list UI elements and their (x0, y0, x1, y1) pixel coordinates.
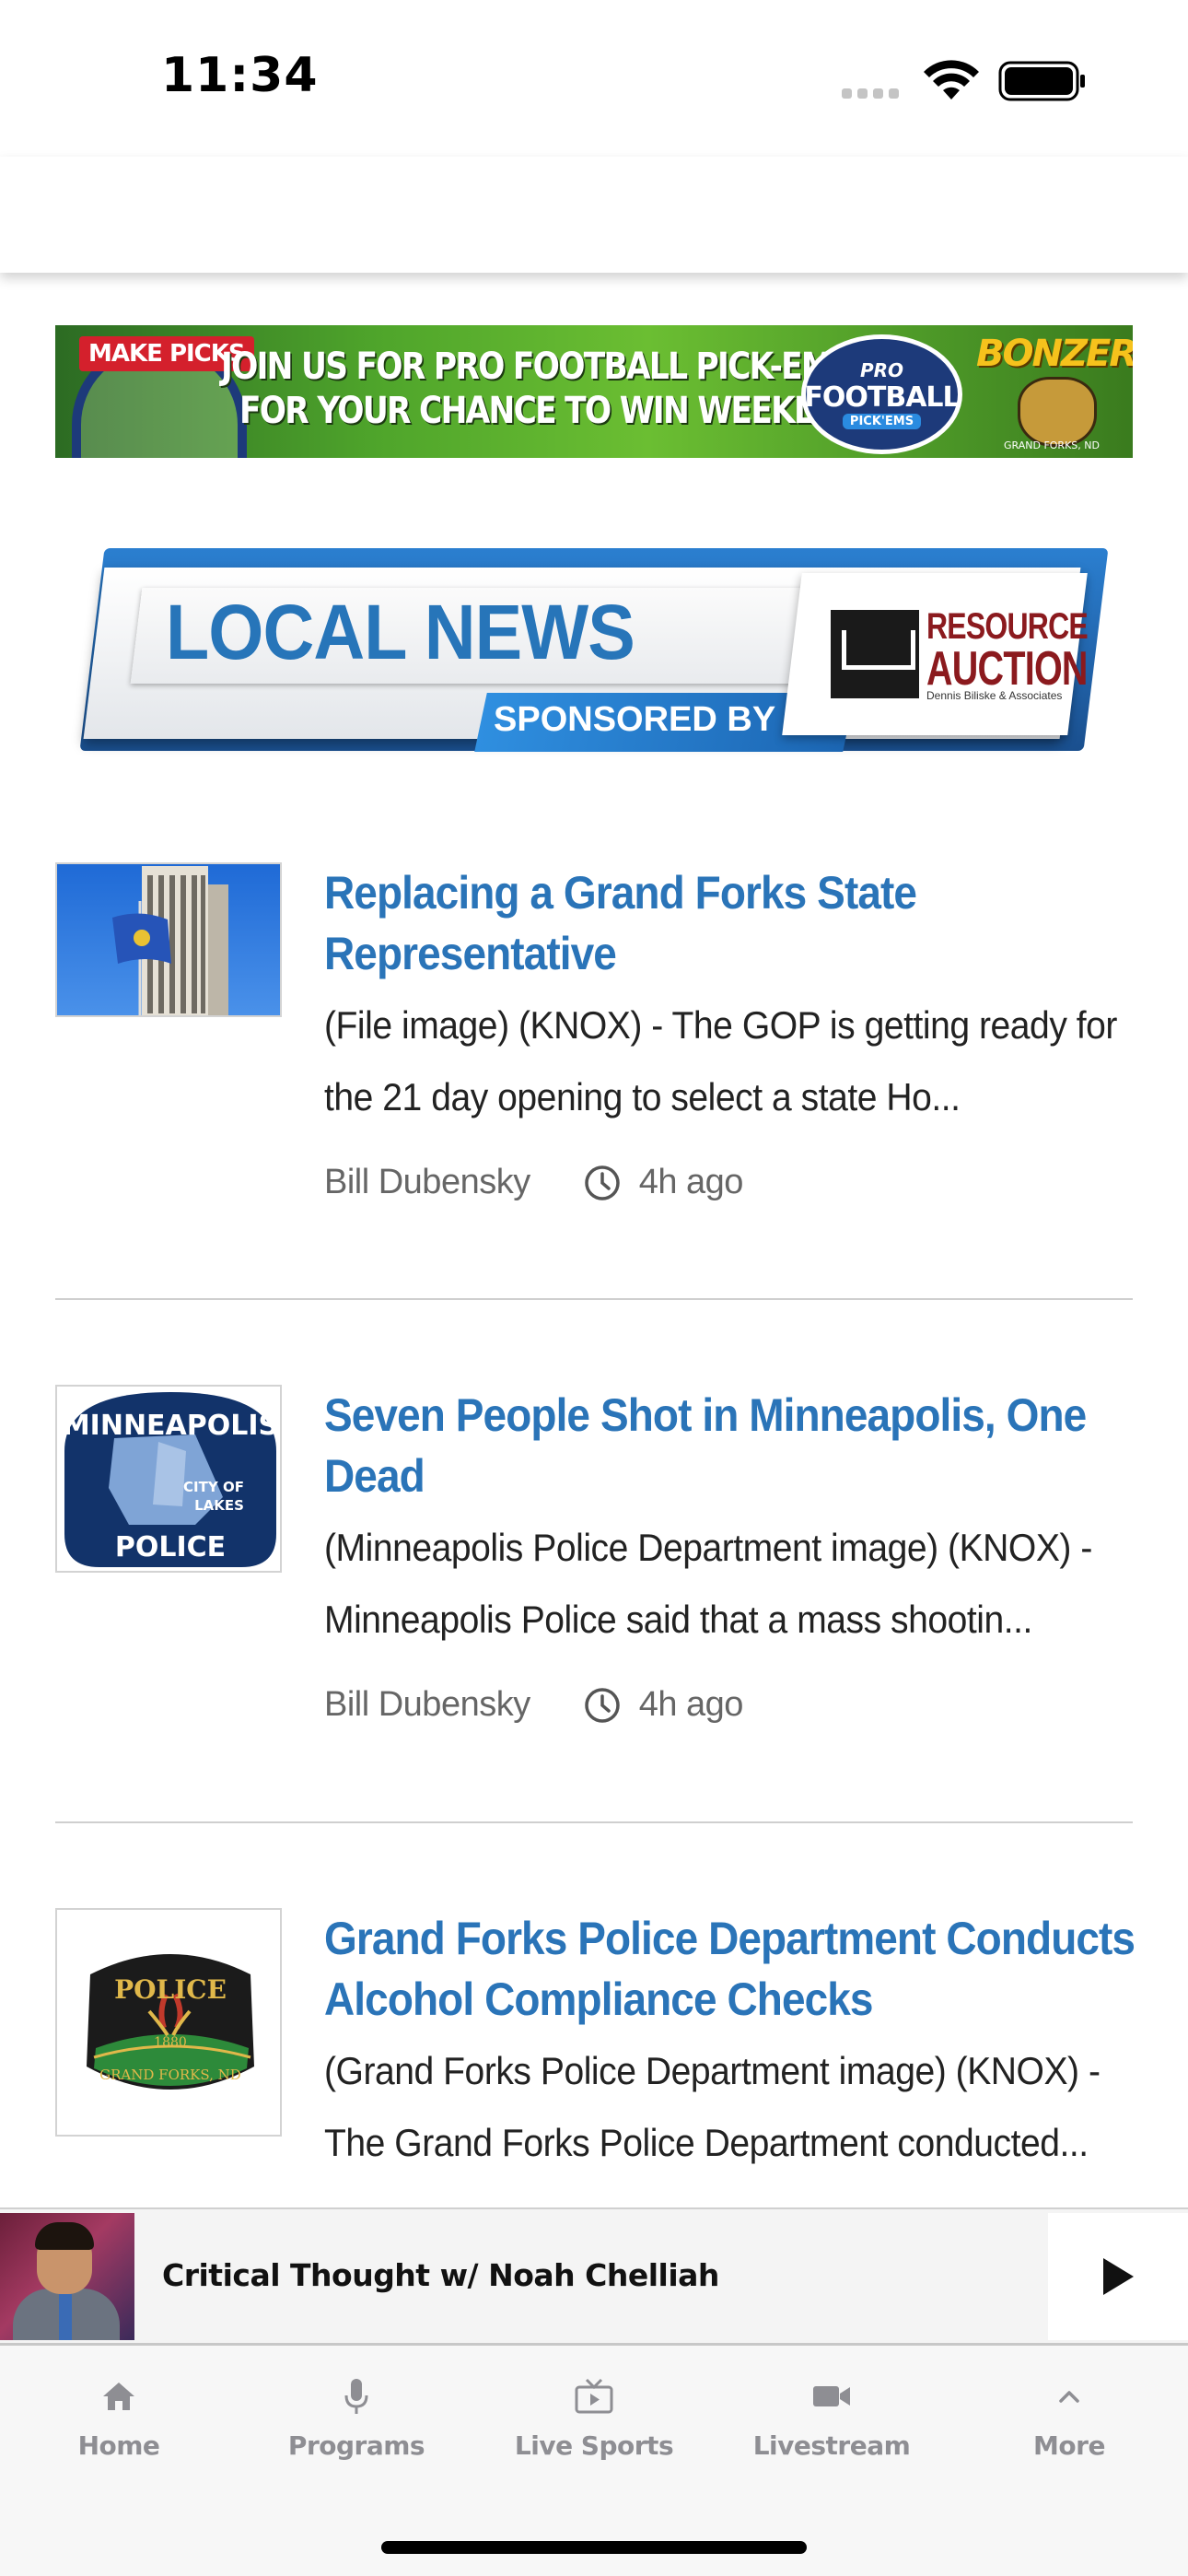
ad-sponsor-town: GRAND FORKS, ND (1004, 439, 1100, 451)
tab-label: Live Sports (514, 2430, 674, 2461)
status-time: 11:34 (161, 48, 319, 103)
battery-icon (998, 61, 1085, 101)
clock-icon (584, 1687, 620, 1723)
sponsor-name-line2: AUCTION (926, 642, 1088, 696)
tab-label: Livestream (752, 2430, 911, 2461)
tab-live-sports[interactable]: Live Sports (475, 2373, 713, 2461)
logo-main: FOOTBALL (804, 381, 960, 414)
minneapolis-police-badge-image: MINNEAPOLIS CITY OF LAKES POLICE (57, 1387, 280, 1571)
microphone-icon (344, 2379, 368, 2414)
tab-label: More (1033, 2430, 1105, 2461)
divider (55, 1821, 1133, 1823)
sponsored-by-label: SPONSORED BY (494, 700, 776, 739)
ad-banner[interactable]: MAKE PICKS JOIN US FOR PRO FOOTBALL PICK… (55, 325, 1133, 458)
player-title[interactable]: Critical Thought w/ Noah Chelliah (162, 2257, 719, 2293)
grand-forks-police-badge-image: POLICE 1880 GRAND FORKS, ND (57, 1910, 280, 2135)
article-headline[interactable]: Grand Forks Police Department Conducts A… (324, 1908, 1137, 2030)
ad-sponsor-name: BONZERS (976, 333, 1133, 375)
article-time: 4h ago (638, 1685, 744, 1724)
section-title: LOCAL NEWS (166, 589, 635, 675)
ad-headline-1: JOIN US FOR PRO FOOTBALL PICK-EMS (221, 345, 854, 388)
play-button[interactable] (1048, 2213, 1188, 2340)
article-thumbnail[interactable]: MINNEAPOLIS CITY OF LAKES POLICE (55, 1385, 282, 1573)
pro-football-logo: PRO FOOTBALL PICK'EMS (801, 334, 962, 454)
logo-sub: PICK'EMS (842, 414, 922, 429)
tab-more[interactable]: More (950, 2373, 1188, 2461)
wifi-icon (924, 60, 979, 100)
clock-icon (584, 1165, 620, 1200)
badge-top-text: MINNEAPOLIS (63, 1410, 278, 1442)
tab-label: Home (77, 2430, 160, 2461)
mini-player[interactable]: Critical Thought w/ Noah Chelliah (0, 2207, 1188, 2346)
article-excerpt: (Minneapolis Police Department image) (K… (324, 1526, 1092, 1641)
badge-bottom-text: GRAND FORKS, ND (99, 2067, 241, 2083)
play-icon (1103, 2258, 1134, 2295)
sponsor-tagline: Dennis Biliske & Associates (926, 689, 1063, 702)
badge-top-text: POLICE (114, 1974, 227, 2005)
article-meta: Bill Dubensky 4h ago (324, 1685, 743, 1725)
program-artwork (0, 2213, 134, 2340)
badge-mid-text-2: LAKES (194, 1497, 244, 1514)
article-headline[interactable]: Seven People Shot in Minneapolis, One De… (324, 1385, 1137, 1506)
badge-mid-text-1: CITY OF (183, 1479, 244, 1495)
article-thumbnail[interactable]: POLICE 1880 GRAND FORKS, ND (55, 1908, 282, 2137)
tab-home[interactable]: Home (0, 2373, 238, 2461)
home-icon (103, 2383, 134, 2410)
cellular-signal-icon (842, 88, 899, 99)
article-excerpt: (Grand Forks Police Department image) (K… (324, 2049, 1101, 2164)
article-author: Bill Dubensky (324, 1163, 530, 1201)
logo-top: PRO (859, 359, 904, 381)
local-news-banner: LOCAL NEWS SPONSORED BY RESOURCE AUCTION… (55, 534, 1133, 774)
chevron-up-icon (1059, 2391, 1079, 2403)
article-time: 4h ago (638, 1163, 744, 1201)
status-bar: 11:34 (0, 0, 1188, 157)
tv-icon (575, 2378, 613, 2414)
tab-label: Programs (287, 2430, 425, 2461)
badge-bottom-text: POLICE (115, 1531, 226, 1563)
tab-livestream[interactable]: Livestream (713, 2373, 950, 2461)
ad-headline-2: FOR YOUR CHANCE TO WIN WEEKLY! (239, 390, 844, 432)
app-header (0, 157, 1188, 273)
flag-building-image (57, 864, 280, 1015)
article-excerpt: (File image) (KNOX) - The GOP is getting… (324, 1003, 1117, 1118)
video-camera-icon (813, 2386, 850, 2406)
article-meta: Bill Dubensky 4h ago (324, 1163, 743, 1202)
divider (55, 1298, 1133, 1300)
home-indicator[interactable] (381, 2541, 807, 2554)
article-headline[interactable]: Replacing a Grand Forks State Representa… (324, 862, 1137, 984)
article-thumbnail[interactable] (55, 862, 282, 1017)
article-author: Bill Dubensky (324, 1685, 530, 1724)
auction-logo-icon (831, 610, 919, 698)
tab-programs[interactable]: Programs (238, 2373, 475, 2461)
bulldog-mascot-graphic (1018, 377, 1097, 447)
badge-year-text: 1880 (154, 2035, 187, 2050)
